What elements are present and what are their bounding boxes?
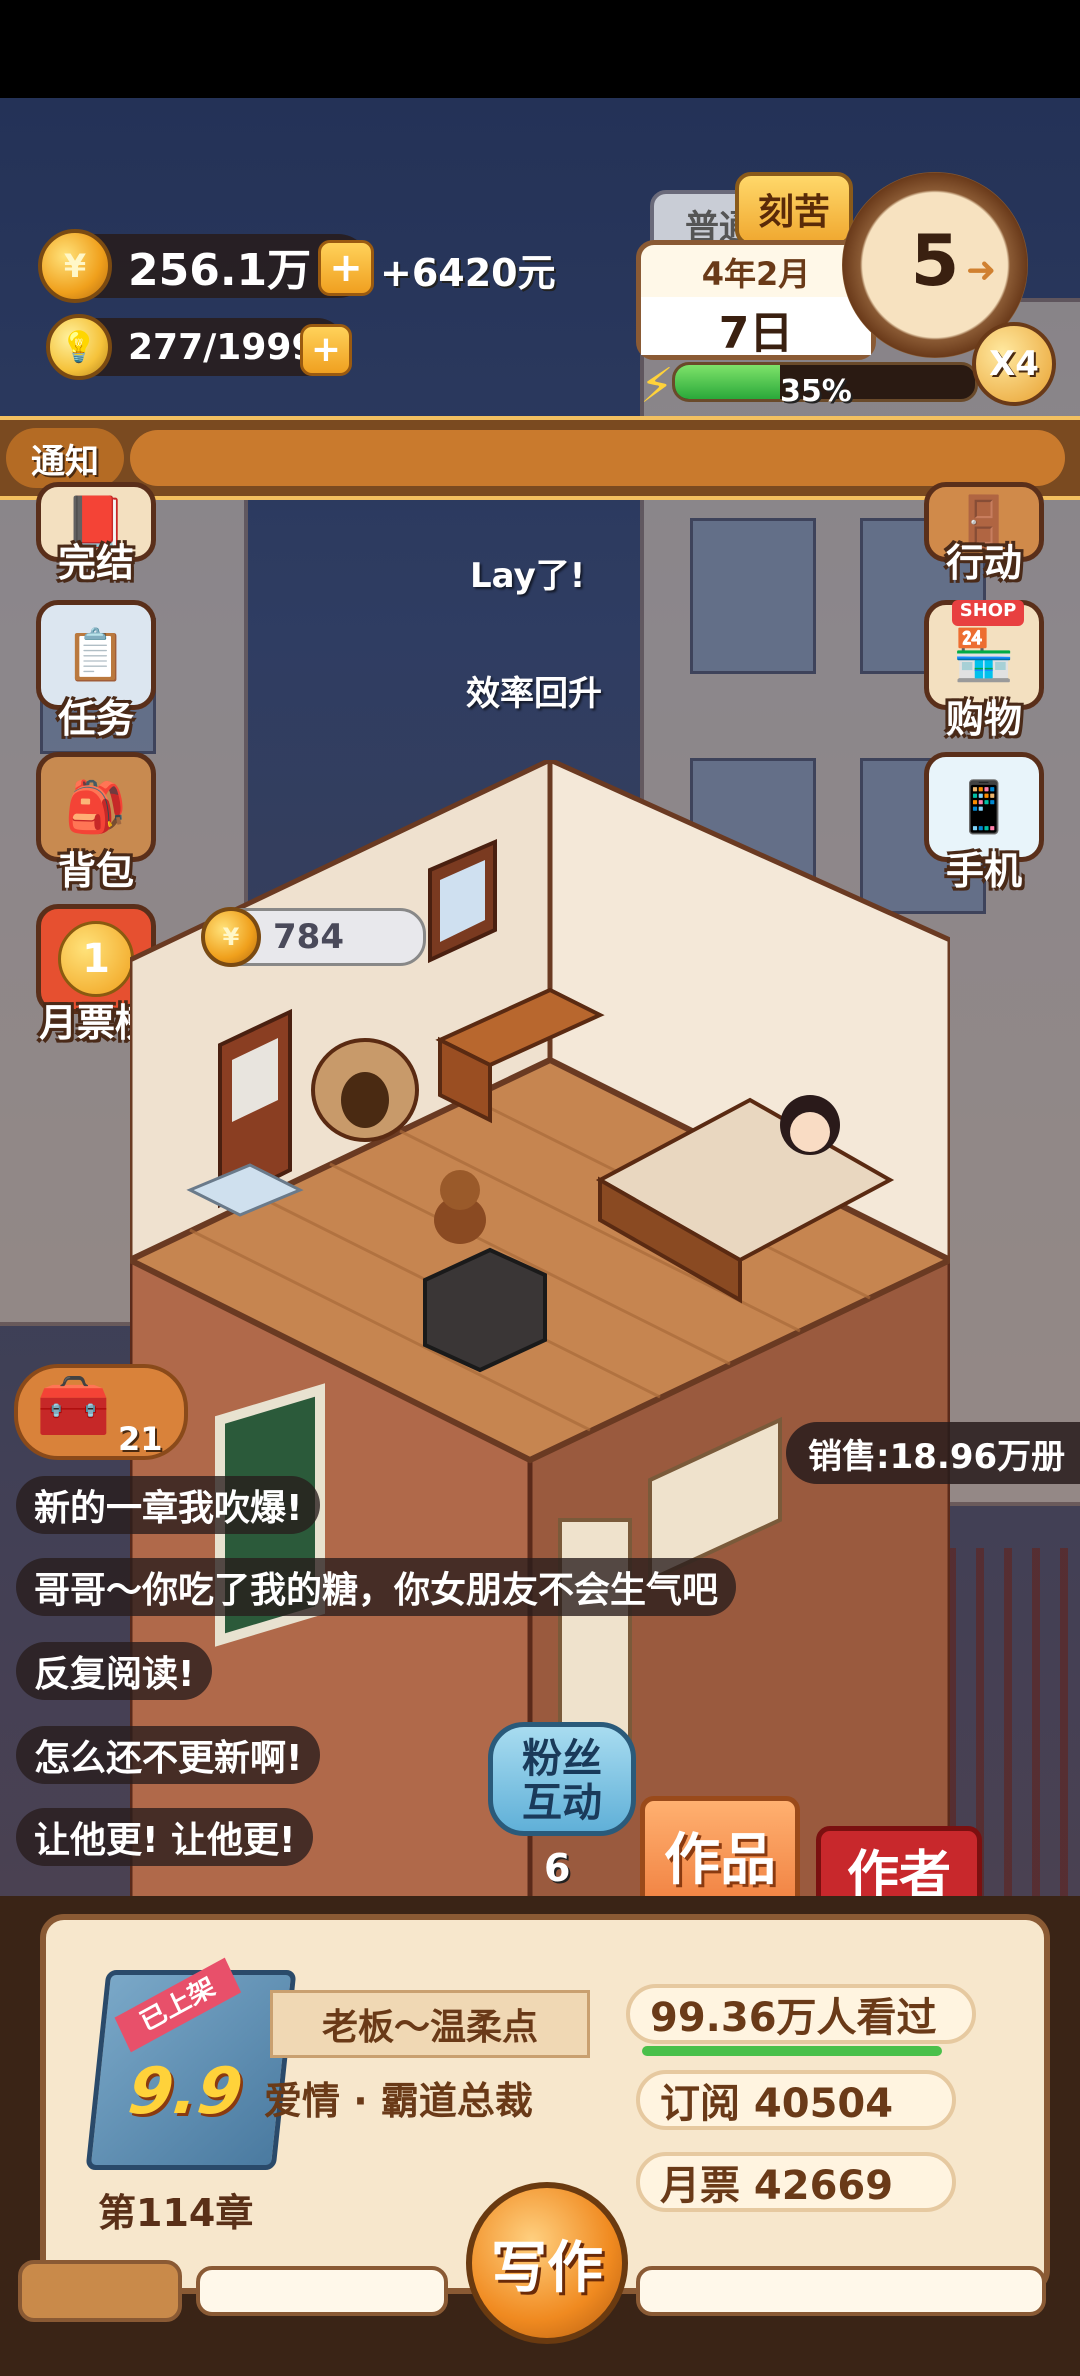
speed-button[interactable]: X4 (972, 322, 1056, 406)
energy-value: 277/1999 (128, 326, 317, 368)
lightbulb-icon: 💡 (46, 314, 112, 380)
views-stat: 99.36万人看过 (626, 1984, 976, 2044)
fan-count: 6 (544, 1846, 571, 1890)
chat-message: 怎么还不更新啊! (16, 1726, 321, 1784)
shop-badge: SHOP (952, 600, 1024, 626)
write-button[interactable]: 写作 (466, 2182, 628, 2344)
floating-message-2: 效率回升 (466, 674, 602, 714)
chat-message: 哥哥～你吃了我的糖，你女朋友不会生气吧 (16, 1558, 737, 1616)
stamina-fill (675, 365, 780, 399)
treasure-count: 21 (118, 1420, 163, 1458)
book-genre: 爱情 · 霸道总裁 (264, 2079, 533, 2123)
menu-shop[interactable]: 🏪 SHOP 购物 (914, 600, 1054, 741)
add-energy-button[interactable]: + (300, 324, 352, 376)
coin-icon: ¥ (38, 229, 112, 303)
timer-value: 5 (910, 220, 960, 302)
menu-action[interactable]: 🚪 行动 (914, 462, 1054, 602)
bottom-bar-left[interactable] (18, 2260, 182, 2322)
monthly-ticket-stat: 月票 42669 (636, 2152, 956, 2212)
book-status-tag: 已上架 (114, 1957, 242, 2053)
calendar-card: 4年2月 7日 (636, 240, 876, 360)
menu-finish-label: 完结 (57, 541, 134, 585)
fan-interaction-button[interactable]: 粉丝 互动 (488, 1722, 636, 1836)
book-chapter: 第114章 (98, 2191, 254, 2235)
treasure-chest-icon: 🧰 (36, 1371, 111, 1441)
stamina-percent: 35% (780, 374, 852, 409)
chat-message: 反复阅读! (16, 1642, 213, 1700)
bottom-bar-right[interactable] (636, 2266, 1046, 2316)
subscribe-stat: 订阅 40504 (636, 2070, 956, 2130)
fan-label-line2: 互动 (522, 1780, 602, 1826)
sales-label: 销售:18.96万册 (786, 1422, 1080, 1484)
menu-shop-label: 购物 (945, 697, 1022, 741)
menu-action-label: 行动 (945, 541, 1022, 585)
add-coins-button[interactable]: + (318, 240, 374, 296)
menu-tasks-label: 任务 (57, 697, 134, 741)
coin-bubble[interactable]: ¥ 784 (201, 907, 426, 967)
income-text: +6420元 (380, 251, 556, 295)
book-title: 老板～温柔点 (270, 1990, 590, 2058)
calendar-year-month: 4年2月 (701, 255, 811, 293)
chat-message: 新的一章我吹爆! (16, 1476, 321, 1534)
book-panel: 已上架 9.9 第114章 老板～温柔点 爱情 · 霸道总裁 99.36万人看过… (0, 1896, 1080, 2376)
menu-finish[interactable]: 📕 完结 (26, 462, 166, 602)
coin-bubble-value: 784 (273, 917, 344, 957)
status-bar (0, 0, 1080, 98)
arrow-icon: ➜ (966, 250, 997, 291)
floating-message-1: Lay了! (470, 556, 586, 596)
bottom-bar-mid[interactable] (196, 2266, 448, 2316)
menu-tasks[interactable]: 📋 任务 (26, 600, 166, 741)
treasure-chest-button[interactable]: 🧰 21 (14, 1364, 188, 1460)
fan-label-line1: 粉丝 (522, 1736, 602, 1782)
book-rating: 9.9 (124, 2055, 246, 2129)
coins-value: 256.1万 (128, 245, 312, 296)
views-bar (642, 2046, 942, 2056)
coin-icon: ¥ (201, 907, 261, 967)
chat-message: 让他更! 让他更! (16, 1808, 314, 1866)
mode-hard-tab[interactable]: 刻苦 (735, 172, 853, 246)
calendar-day: 7日 (641, 297, 871, 359)
